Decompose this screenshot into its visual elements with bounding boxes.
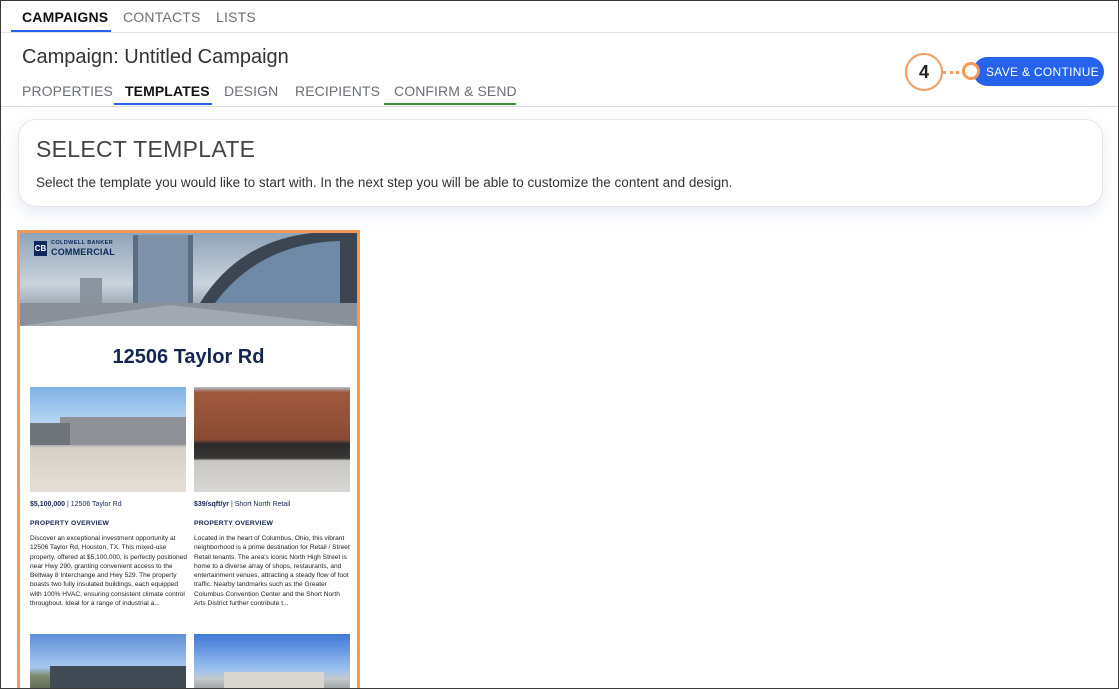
brand-logo: CB COLDWELL BANKER COMMERCIAL xyxy=(34,239,124,259)
listing-2-price: $39/sqft/yr xyxy=(194,501,230,508)
template-property-title: 12506 Taylor Rd xyxy=(112,346,265,368)
nav-tab-lists[interactable]: LISTS xyxy=(216,9,256,25)
listing-photo-3 xyxy=(30,634,186,688)
listing-photo-1 xyxy=(30,387,186,492)
step-active-indicator xyxy=(114,103,212,105)
step-confirm-indicator xyxy=(384,103,516,105)
tab-templates[interactable]: TEMPLATES xyxy=(125,83,210,99)
save-continue-button[interactable]: SAVE & CONTINUE xyxy=(973,57,1104,86)
listing-1-price: $5,100,000 xyxy=(30,501,66,508)
listing-photo-4-building xyxy=(224,672,324,688)
hero-image: CB COLDWELL BANKER COMMERCIAL xyxy=(20,233,357,326)
tab-design[interactable]: DESIGN xyxy=(224,83,278,99)
page-title: Campaign: Untitled Campaign xyxy=(22,46,289,68)
listing-1-name: 12506 Taylor Rd xyxy=(70,501,122,508)
app-window: CAMPAIGNS CONTACTS LISTS Campaign: Untit… xyxy=(0,0,1119,689)
brand-logo-mark: CB xyxy=(34,241,47,256)
header-divider xyxy=(1,106,1118,107)
select-template-description: Select the template you would like to st… xyxy=(36,175,733,190)
nav-tab-contacts[interactable]: CONTACTS xyxy=(123,9,201,25)
nav-active-indicator xyxy=(11,30,111,32)
brand-logo-line1: COLDWELL BANKER xyxy=(51,240,114,246)
select-template-heading: SELECT TEMPLATE xyxy=(36,136,256,162)
listing-photo-3-building xyxy=(50,666,186,688)
listing-2-overview-label: PROPERTY OVERVIEW xyxy=(194,520,274,527)
listing-2-description: Located in the heart of Columbus, Ohio, … xyxy=(194,535,350,608)
template-card[interactable]: CB COLDWELL BANKER COMMERCIAL 12506 Tayl… xyxy=(17,230,360,688)
listing-2-name: Short North Retail xyxy=(234,501,291,508)
callout-target-ring xyxy=(962,62,980,80)
listing-photo-4 xyxy=(194,634,350,688)
listing-1-price-line: $5,100,000 | 12506 Taylor Rd xyxy=(30,501,122,508)
listing-photo-2 xyxy=(194,387,350,492)
listing-1-overview-label: PROPERTY OVERVIEW xyxy=(30,520,110,527)
listing-photo-1-building xyxy=(60,417,186,445)
tab-recipients[interactable]: RECIPIENTS xyxy=(295,83,380,99)
tab-properties[interactable]: PROPERTIES xyxy=(22,83,113,99)
brand-logo-line2: COMMERCIAL xyxy=(51,247,115,257)
nav-tab-campaigns[interactable]: CAMPAIGNS xyxy=(22,9,108,25)
listing-2-price-line: $39/sqft/yr | Short North Retail xyxy=(194,501,291,508)
listing-1-description: Discover an exceptional investment oppor… xyxy=(30,535,188,608)
listing-photo-1-building-left xyxy=(30,423,70,445)
top-navigation: CAMPAIGNS CONTACTS LISTS xyxy=(1,1,1118,33)
step-callout-badge: 4 xyxy=(905,53,943,91)
tab-confirm-send[interactable]: CONFIRM & SEND xyxy=(394,83,517,99)
select-template-panel: SELECT TEMPLATE Select the template you … xyxy=(18,119,1103,207)
